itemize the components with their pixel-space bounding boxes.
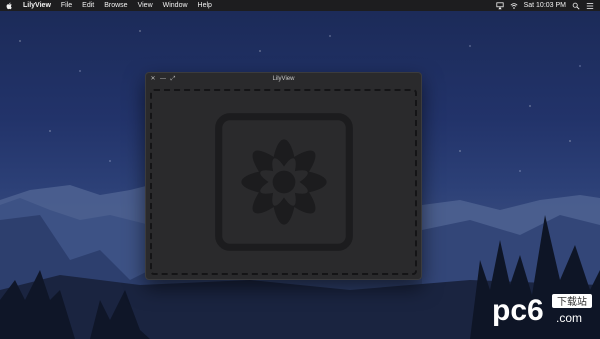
airplay-icon[interactable] bbox=[495, 1, 504, 10]
window-titlebar[interactable]: ✕ — ⤢ LilyView bbox=[146, 73, 421, 85]
pc6-watermark-logo: pc6 下载站 .com bbox=[492, 294, 592, 327]
lilyview-window: ✕ — ⤢ LilyView bbox=[145, 72, 422, 280]
wifi-icon[interactable] bbox=[510, 2, 518, 10]
apple-icon[interactable] bbox=[6, 2, 13, 10]
lily-flower-icon bbox=[214, 113, 353, 251]
svg-text:.com: .com bbox=[556, 311, 582, 325]
menu-file[interactable]: File bbox=[61, 2, 72, 9]
menu-app-name[interactable]: LilyView bbox=[23, 2, 51, 9]
menu-help[interactable]: Help bbox=[198, 2, 212, 9]
image-drop-zone[interactable] bbox=[150, 89, 417, 275]
menu-window[interactable]: Window bbox=[163, 2, 188, 9]
menu-browse[interactable]: Browse bbox=[104, 2, 127, 9]
spotlight-search-icon[interactable] bbox=[572, 2, 580, 10]
menu-edit[interactable]: Edit bbox=[82, 2, 94, 9]
svg-text:pc6: pc6 bbox=[492, 294, 544, 327]
window-title: LilyView bbox=[272, 76, 295, 82]
menu-view[interactable]: View bbox=[138, 2, 153, 9]
notification-center-icon[interactable] bbox=[586, 2, 594, 10]
menu-bar: LilyView File Edit Browse View Window He… bbox=[0, 0, 600, 11]
svg-text:下载站: 下载站 bbox=[557, 295, 587, 308]
menu-clock[interactable]: Sat 10:03 PM bbox=[524, 2, 566, 9]
